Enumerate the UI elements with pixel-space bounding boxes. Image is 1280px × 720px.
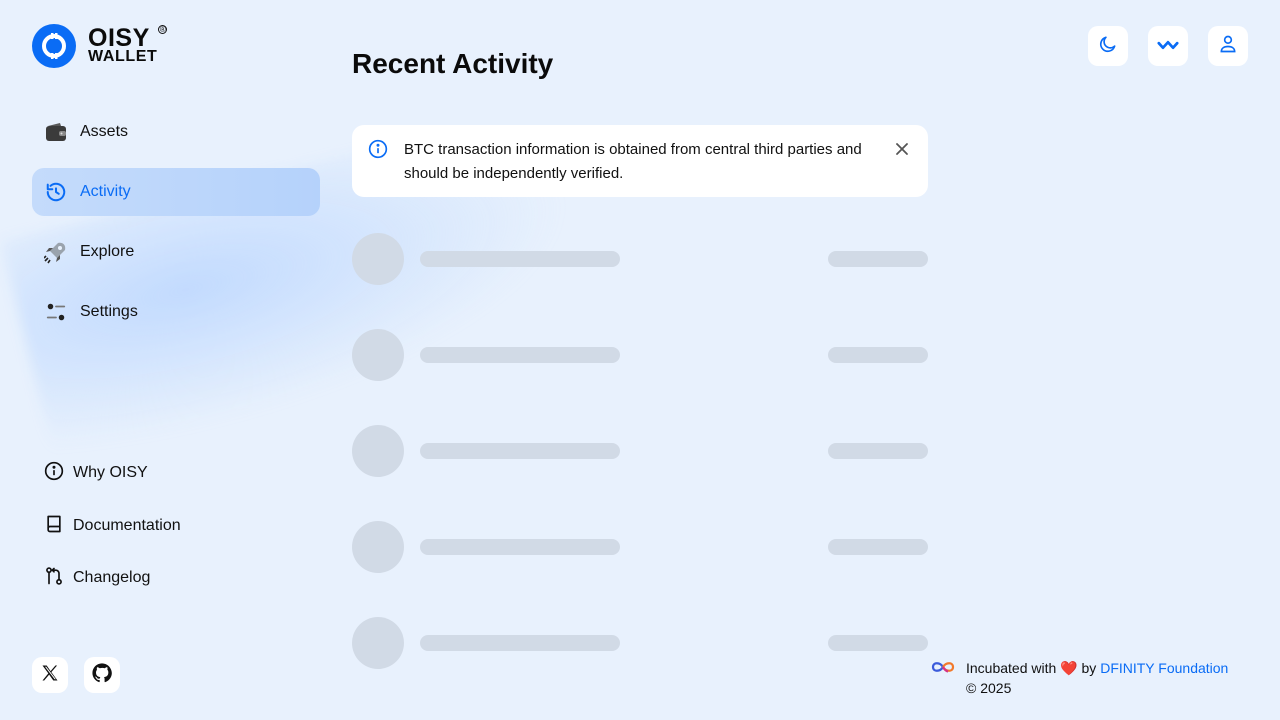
- dfinity-infinity-icon: [931, 660, 955, 676]
- oisy-logo[interactable]: OISY WALLET ®: [32, 24, 168, 68]
- sidebar-item-label: Settings: [80, 303, 138, 320]
- changelog-label: Changelog: [73, 569, 151, 586]
- x-twitter-button[interactable]: [32, 657, 68, 693]
- why-oisy-label: Why OISY: [73, 464, 148, 481]
- skeleton-text: [420, 635, 620, 651]
- skeleton-text: [420, 251, 620, 267]
- wallet-icon: [44, 120, 68, 144]
- by-text: by: [1081, 659, 1097, 676]
- skeleton-avatar: [352, 329, 404, 381]
- skeleton-row: [352, 521, 928, 573]
- skeleton-amount: [828, 635, 928, 651]
- dfinity-foundation-link[interactable]: DFINITY Foundation: [1100, 660, 1228, 676]
- wallet-connect-icon: [1157, 37, 1179, 56]
- alert-message: BTC transaction information is obtained …: [404, 141, 862, 182]
- theme-toggle-button[interactable]: [1088, 26, 1128, 66]
- copyright-text: © 2025: [966, 680, 1012, 696]
- skeleton-row: [352, 617, 928, 669]
- skeleton-avatar: [352, 425, 404, 477]
- sidebar-item-label: Explore: [80, 243, 135, 260]
- skeleton-row: [352, 329, 928, 381]
- footer: Incubated with ❤️ by DFINITY Foundation …: [931, 658, 1228, 696]
- sidebar-item-explore[interactable]: Explore: [32, 228, 320, 276]
- git-pull-request-icon: [44, 566, 64, 590]
- info-circle-icon: [368, 139, 388, 163]
- heart-icon: ❤️: [1060, 659, 1078, 676]
- documentation-link[interactable]: Documentation: [44, 514, 181, 538]
- moon-icon: [1098, 34, 1118, 58]
- oisy-logo-icon: [32, 24, 76, 68]
- skeleton-text: [420, 539, 620, 555]
- info-alert: BTC transaction information is obtained …: [352, 125, 928, 197]
- history-icon: [44, 180, 68, 204]
- sliders-icon: [44, 300, 68, 324]
- github-button[interactable]: [84, 657, 120, 693]
- skeleton-amount: [828, 443, 928, 459]
- profile-button[interactable]: [1208, 26, 1248, 66]
- skeleton-row: [352, 425, 928, 477]
- brand-line2: WALLET: [88, 48, 158, 66]
- skeleton-avatar: [352, 233, 404, 285]
- changelog-link[interactable]: Changelog: [44, 566, 150, 590]
- why-oisy-link[interactable]: Why OISY: [44, 461, 148, 485]
- x-twitter-icon: [40, 663, 60, 687]
- close-icon[interactable]: [894, 141, 910, 161]
- rocket-icon: [44, 240, 68, 264]
- registered-mark: ®: [158, 25, 168, 35]
- sidebar-item-settings[interactable]: Settings: [32, 288, 320, 336]
- book-icon: [44, 514, 64, 538]
- info-icon: [44, 461, 64, 485]
- brand-line1: OISY: [88, 24, 150, 53]
- skeleton-avatar: [352, 521, 404, 573]
- documentation-label: Documentation: [73, 517, 181, 534]
- sidebar-item-activity[interactable]: Activity: [32, 168, 320, 216]
- skeleton-amount: [828, 251, 928, 267]
- github-icon: [92, 663, 112, 687]
- user-icon: [1218, 34, 1238, 58]
- sidebar-item-label: Assets: [80, 123, 129, 140]
- oisy-wordmark: OISY WALLET ®: [88, 24, 168, 66]
- skeleton-row: [352, 233, 928, 285]
- page-title: Recent Activity: [352, 48, 554, 79]
- skeleton-avatar: [352, 617, 404, 669]
- skeleton-amount: [828, 539, 928, 555]
- sidebar-item-label: Activity: [80, 183, 131, 200]
- skeleton-text: [420, 347, 620, 363]
- skeleton-text: [420, 443, 620, 459]
- skeleton-amount: [828, 347, 928, 363]
- sidebar-item-assets[interactable]: Assets: [32, 108, 320, 156]
- wallet-connect-button[interactable]: [1148, 26, 1188, 66]
- incubated-text: Incubated with: [966, 659, 1057, 676]
